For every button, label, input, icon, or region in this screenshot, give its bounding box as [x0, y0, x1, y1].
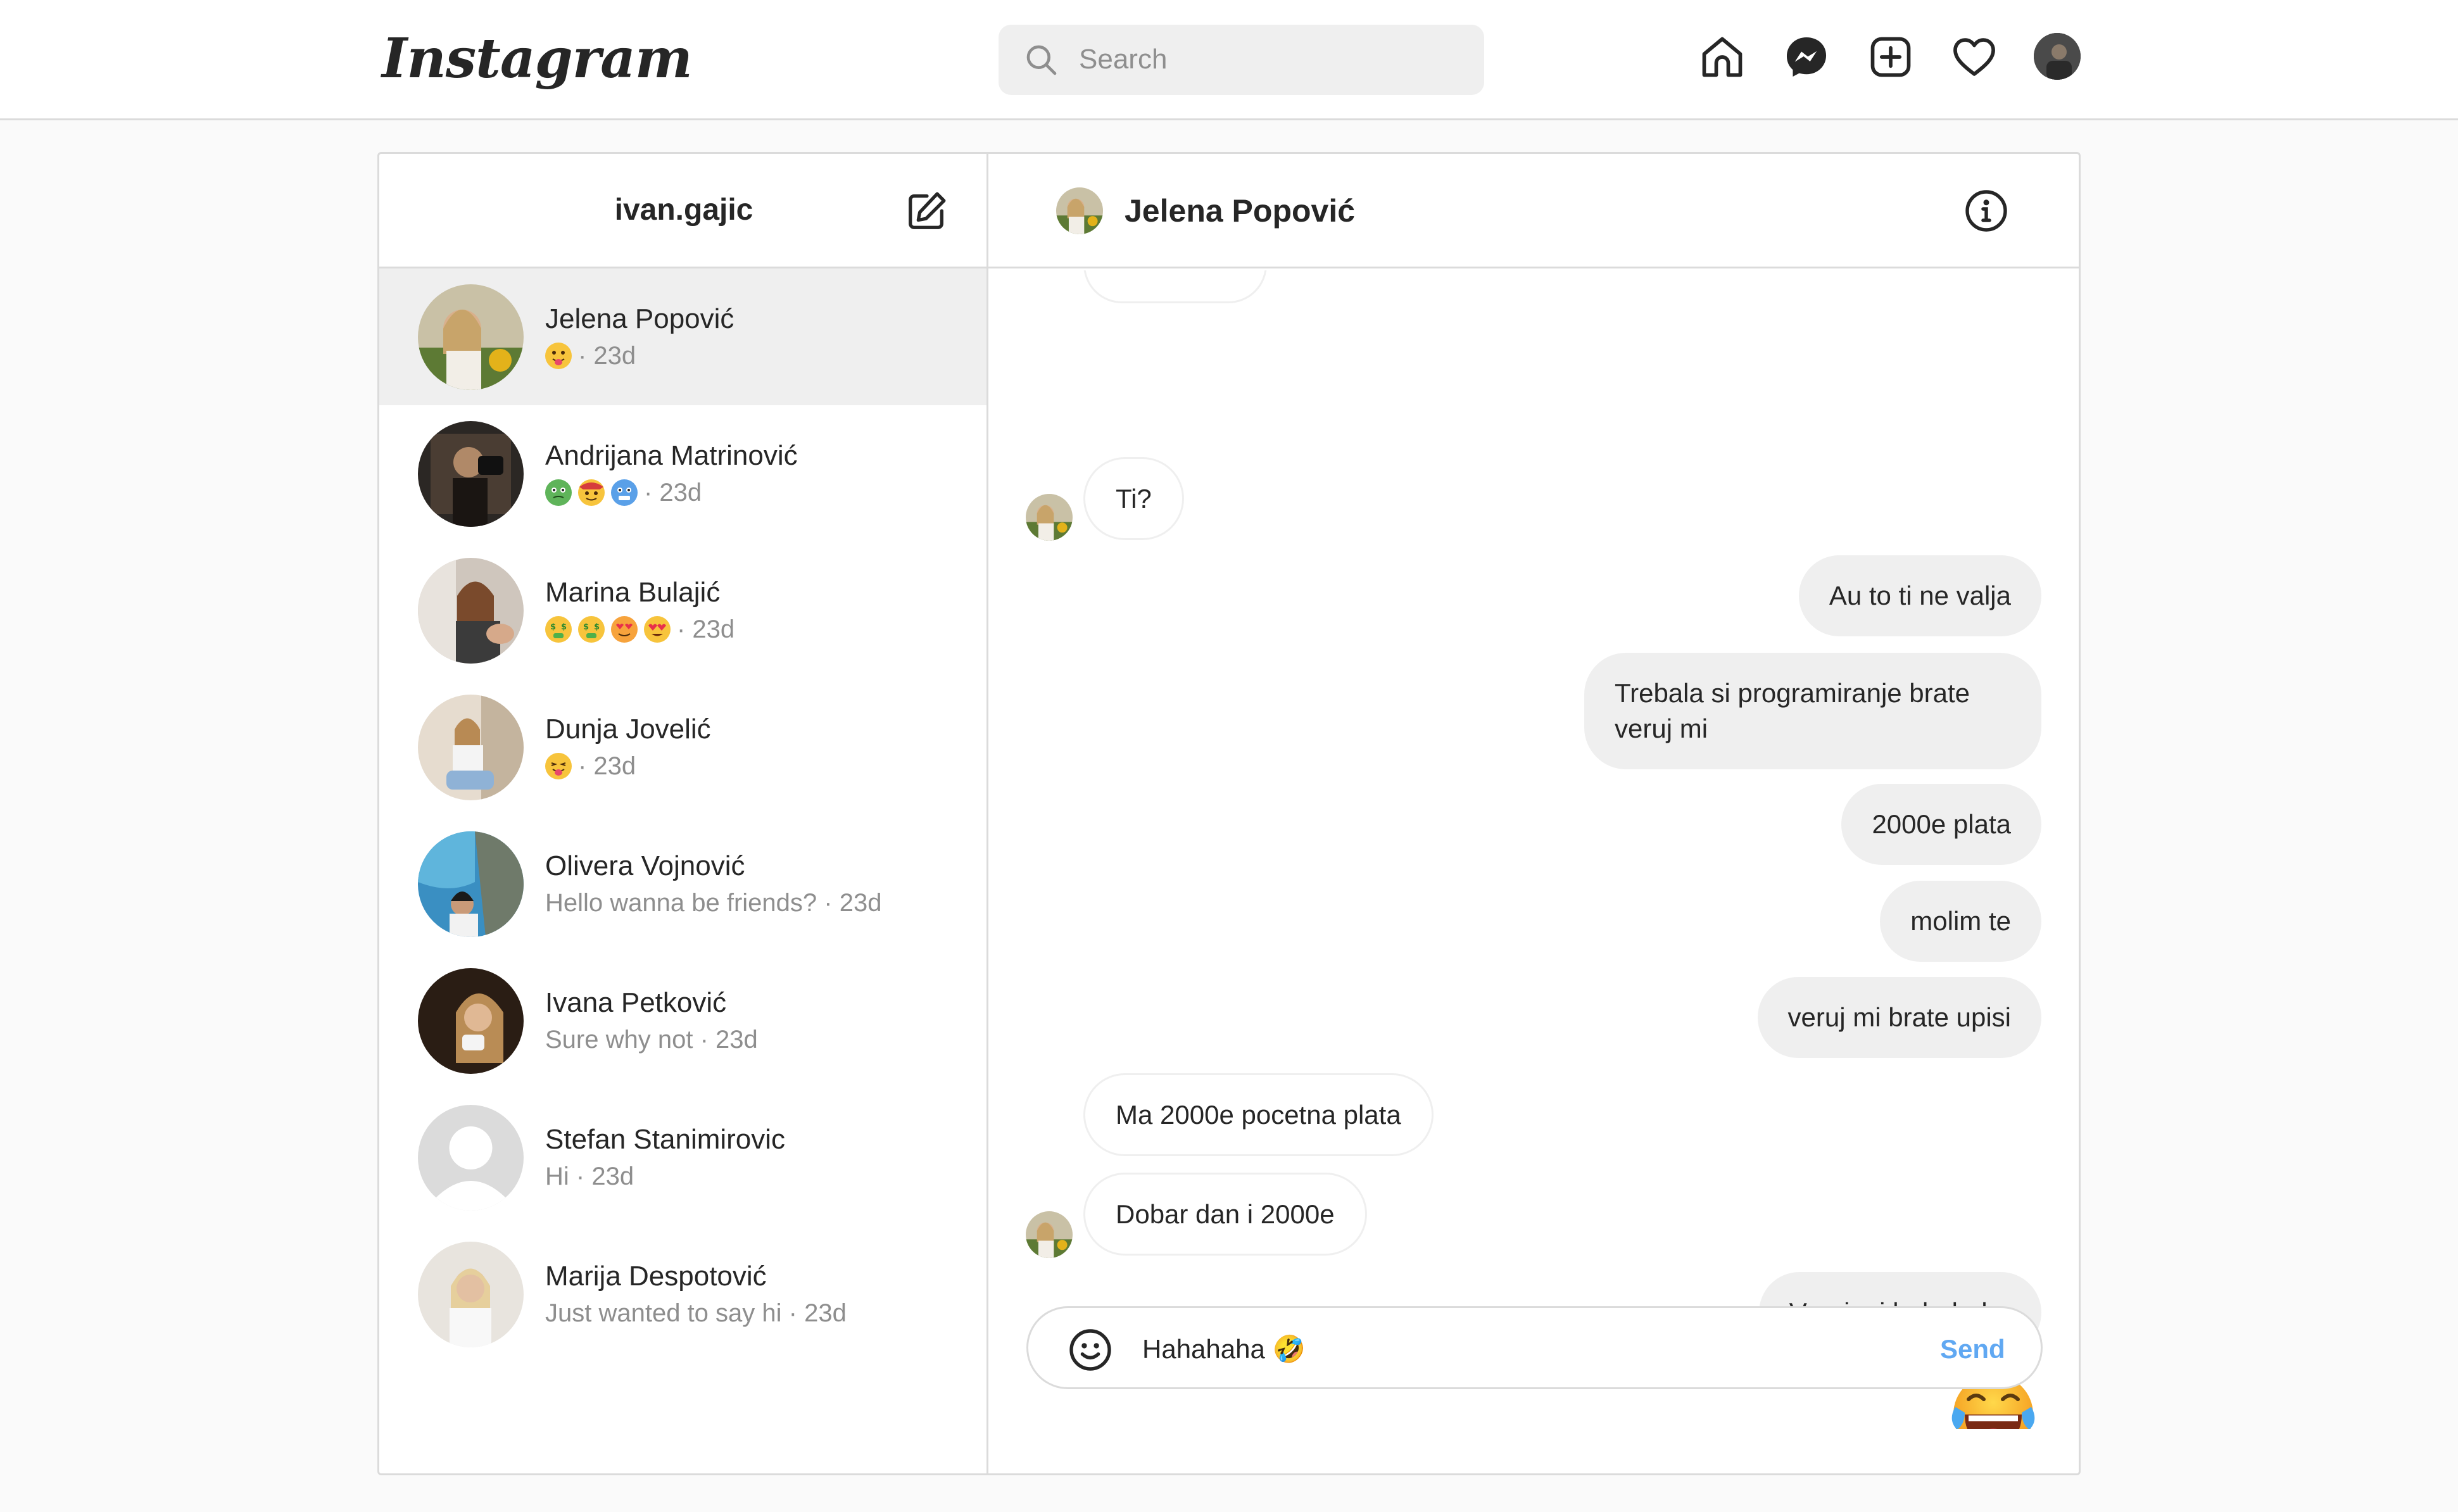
home-icon[interactable] — [1698, 33, 1746, 81]
conversation-name: Jelena Popović — [545, 303, 734, 334]
chat-header: Jelena Popović — [988, 154, 2079, 268]
conversation-preview: Just wanted to say hi · 23d — [545, 1297, 847, 1330]
svg-text:$: $ — [561, 622, 567, 632]
conversation-time: · 23d — [677, 615, 735, 643]
sender-avatar — [1026, 1211, 1073, 1258]
conversation-name: Marina Bulajić — [545, 577, 721, 608]
message-bubble: molim te — [1880, 881, 2041, 962]
conversation-name: Dunja Jovelić — [545, 714, 711, 745]
conversation-item-andrijana[interactable]: Andrijana Matrinović · 23d — [379, 405, 986, 542]
search-input[interactable] — [1079, 36, 1459, 83]
conversation-item-ivana[interactable]: Ivana Petković Sure why not · 23d — [379, 952, 986, 1089]
send-button[interactable]: Send — [1940, 1330, 2005, 1369]
conversation-item-stefan[interactable]: Stefan Stanimirovic Hi · 23d — [379, 1089, 986, 1226]
avatar — [418, 831, 524, 937]
money-mouth-face-icon: $ $ — [578, 616, 605, 643]
message-bubble: Au to ti ne valja — [1798, 555, 2041, 636]
conversation-time: · 23d — [576, 1162, 634, 1190]
conversation-preview: Hi · 23d — [545, 1160, 634, 1193]
conversation-message: Hi — [545, 1162, 569, 1190]
conversation-time: · 23d — [644, 479, 702, 507]
info-icon[interactable] — [1963, 188, 2009, 234]
message-bubble: 2000e plata — [1841, 784, 2041, 865]
sender-avatar — [1026, 494, 1073, 541]
conversation-name: Stefan Stanimirovic — [545, 1124, 786, 1155]
heart-eyes-face-icon — [611, 616, 638, 643]
tongue-face-icon — [545, 343, 572, 369]
contact-name[interactable]: Jelena Popović — [1125, 191, 1355, 231]
svg-text:$: $ — [550, 622, 556, 632]
direct-messages-panel: ivan.gajic Jelena Popović · 23d Andrijan… — [377, 152, 2081, 1475]
top-navigation-bar: Instagram — [0, 0, 2458, 120]
conversation-preview: · 23d — [545, 750, 636, 783]
avatar — [418, 695, 524, 800]
conversation-name: Marija Despotović — [545, 1261, 767, 1292]
new-post-icon[interactable] — [1867, 33, 1915, 81]
conversation-message: Hello wanna be friends? — [545, 889, 817, 917]
conversation-preview: · 23d — [545, 339, 636, 372]
conversation-item-dunja[interactable]: Dunja Jovelić · 23d — [379, 679, 986, 816]
chat-window: Jelena Popović Ti? Au to ti ne valja Tre… — [988, 154, 2079, 1473]
instagram-logo[interactable]: Instagram — [382, 24, 693, 94]
message-bubble-partial — [1083, 270, 1267, 303]
message-bubble: Trebala si programiranje brate veruj mi — [1584, 653, 2041, 769]
conversation-item-marina[interactable]: Marina Bulajić $ $ $ $ · 23d — [379, 542, 986, 679]
conversation-preview: · 23d — [545, 476, 702, 509]
conversation-name: Andrijana Matrinović — [545, 440, 798, 471]
svg-text:$: $ — [583, 622, 589, 632]
conversation-message: Sure why not — [545, 1026, 693, 1054]
winking-tongue-face-icon — [545, 753, 572, 779]
conversation-time: · 23d — [824, 889, 882, 917]
messenger-icon[interactable] — [1782, 33, 1831, 81]
avatar — [418, 968, 524, 1074]
activity-heart-icon[interactable] — [1950, 33, 1998, 81]
account-username[interactable]: ivan.gajic — [379, 188, 988, 232]
conversation-item-marija[interactable]: Marija Despotović Just wanted to say hi … — [379, 1226, 986, 1363]
conversation-time: · 23d — [788, 1299, 847, 1327]
search-box[interactable] — [999, 25, 1484, 95]
message-input[interactable] — [1142, 1327, 1902, 1371]
message-bubble: Dobar dan i 2000e — [1083, 1173, 1367, 1256]
conversation-item-jelena[interactable]: Jelena Popović · 23d — [379, 268, 986, 405]
inbox-header: ivan.gajic — [379, 154, 988, 268]
conversation-preview: Hello wanna be friends? · 23d — [545, 886, 881, 919]
message-bubble: veruj mi brate upisi — [1757, 977, 2041, 1058]
conversation-preview: Sure why not · 23d — [545, 1023, 758, 1056]
conversation-item-olivera[interactable]: Olivera Vojnović Hello wanna be friends?… — [379, 816, 986, 952]
svg-text:$: $ — [594, 622, 600, 632]
avatar — [418, 284, 524, 390]
avatar — [418, 1105, 524, 1211]
cowboy-face-icon — [578, 479, 605, 506]
message-bubble: Ti? — [1083, 457, 1184, 540]
contact-avatar[interactable] — [1056, 187, 1103, 234]
conversation-time: · 23d — [578, 752, 636, 780]
conversation-preview: $ $ $ $ · 23d — [545, 613, 734, 646]
message-bubble: Ma 2000e pocetna plata — [1083, 1073, 1434, 1156]
money-mouth-face-icon: $ $ — [545, 616, 572, 643]
message-thread: Ti? Au to ti ne valja Trebala si program… — [988, 270, 2079, 1429]
conversation-message: Just wanted to say hi — [545, 1299, 782, 1327]
avatar — [418, 558, 524, 664]
conversation-time: · 23d — [700, 1026, 758, 1054]
heart-eyes-face-icon — [644, 616, 671, 643]
avatar — [418, 421, 524, 527]
message-composer: Send — [1026, 1306, 2043, 1389]
conversation-name: Ivana Petković — [545, 987, 727, 1018]
emoji-picker-icon[interactable] — [1068, 1327, 1113, 1373]
conversation-name: Olivera Vojnović — [545, 850, 745, 881]
search-icon — [1026, 45, 1057, 75]
nauseated-face-icon — [545, 479, 572, 506]
avatar — [418, 1242, 524, 1347]
compose-icon[interactable] — [905, 189, 949, 233]
conversation-time: · 23d — [578, 342, 636, 370]
inbox-sidebar: ivan.gajic Jelena Popović · 23d Andrijan… — [379, 154, 988, 1473]
conversation-list: Jelena Popović · 23d Andrijana Matrinovi… — [379, 268, 986, 1363]
profile-avatar[interactable] — [2034, 33, 2081, 80]
cold-face-icon — [611, 479, 638, 506]
